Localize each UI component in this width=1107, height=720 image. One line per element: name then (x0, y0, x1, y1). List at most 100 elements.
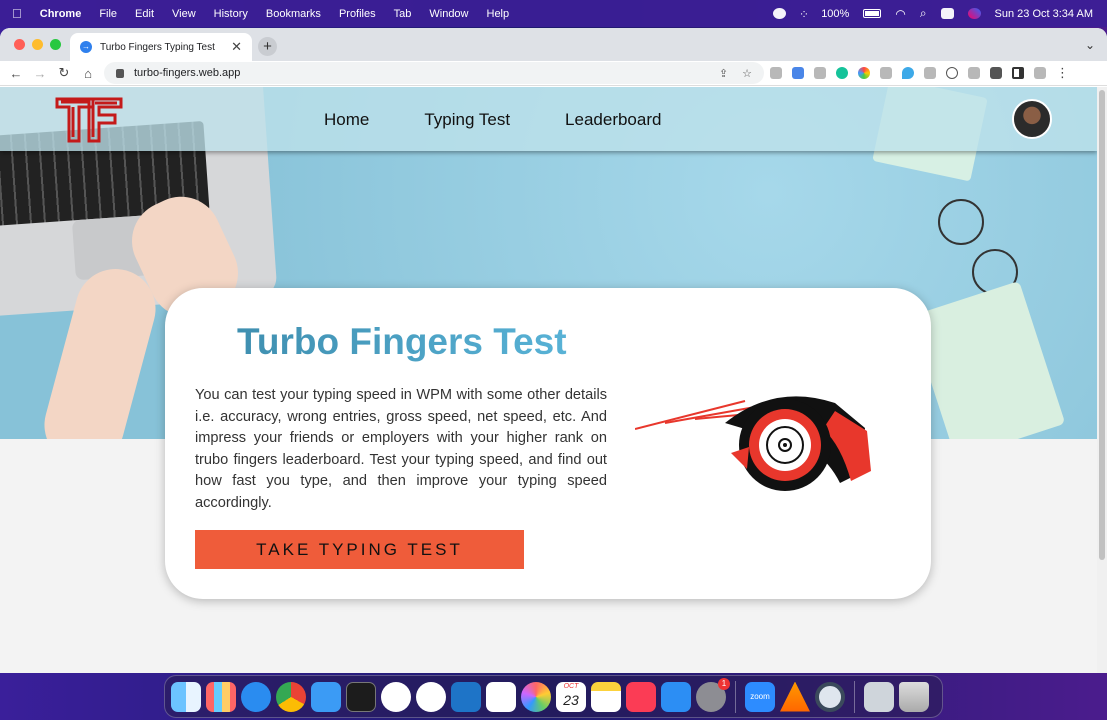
downloads-stack-icon[interactable] (864, 681, 894, 712)
notification-badge: 1 (718, 677, 730, 690)
puzzle-extensions-icon[interactable] (990, 67, 1002, 79)
site-navbar: Home Typing Test Leaderboard (0, 87, 1097, 151)
side-panel-icon[interactable] (1012, 67, 1024, 79)
zoom-window-button[interactable] (50, 39, 61, 50)
share-icon[interactable]: ⇪ (719, 67, 728, 80)
nav-typing-test-link[interactable]: Typing Test (424, 110, 510, 130)
system-settings-icon[interactable]: 1 (696, 677, 730, 712)
lock-icon[interactable] (116, 68, 124, 78)
tab-search-chevron-icon[interactable]: ⌄ (1085, 38, 1095, 52)
do-not-disturb-icon[interactable] (772, 8, 786, 19)
slack-icon[interactable] (486, 681, 516, 712)
macos-menu-bar:  Chrome File Edit View History Bookmark… (0, 0, 1107, 27)
scrollbar-thumb[interactable] (1099, 90, 1105, 560)
vscode-icon[interactable] (451, 681, 481, 712)
bug-extension-icon[interactable] (880, 67, 892, 79)
macos-dock: OCT 23 1 zoom (164, 675, 943, 718)
menu-help[interactable]: Help (487, 8, 510, 20)
finder-icon[interactable] (171, 681, 201, 712)
extension-icon[interactable] (924, 67, 936, 79)
chrome-profile-avatar[interactable] (1034, 67, 1046, 79)
grammarly-extension-icon[interactable] (836, 67, 848, 79)
safari-icon[interactable] (241, 681, 271, 712)
extension-icon[interactable] (814, 67, 826, 79)
turbo-fingers-logo[interactable] (55, 95, 123, 145)
extension-icon[interactable] (792, 67, 804, 79)
launchpad-icon[interactable] (206, 681, 236, 712)
tab-strip: → Turbo Fingers Typing Test ✕ + ⌄ (0, 28, 1107, 61)
dock-separator (854, 680, 855, 713)
quicktime-icon[interactable] (815, 681, 845, 712)
mail-icon[interactable] (311, 681, 341, 712)
info-extension-icon[interactable] (946, 67, 958, 79)
glasses-image (938, 199, 984, 245)
menu-clock[interactable]: Sun 23 Oct 3:34 AM (995, 8, 1093, 20)
dots-status-icon[interactable]: ·:· (800, 8, 808, 20)
turbo-speedometer-icon (635, 396, 871, 491)
menu-tab[interactable]: Tab (394, 8, 412, 20)
home-icon[interactable]: ⌂ (76, 66, 100, 81)
close-tab-icon[interactable]: ✕ (231, 39, 242, 55)
hero-title: Turbo Fingers Test (237, 321, 567, 362)
browser-tab-active[interactable]: → Turbo Fingers Typing Test ✕ (70, 33, 252, 61)
address-bar[interactable]: turbo-fingers.web.app ⇪ ☆ (104, 62, 764, 84)
chrome-menu-icon[interactable]: ⋮ (1056, 65, 1069, 81)
spotlight-search-icon[interactable]: ⌕ (920, 6, 927, 21)
trash-icon[interactable] (899, 681, 929, 712)
nav-leaderboard-link[interactable]: Leaderboard (565, 110, 661, 130)
new-tab-button[interactable]: + (258, 37, 277, 56)
mongodb-icon[interactable] (416, 681, 446, 712)
user-avatar[interactable] (1012, 99, 1052, 139)
browser-toolbar: ← → ↻ ⌂ turbo-fingers.web.app ⇪ ☆ ⋮ (0, 61, 1107, 86)
site-nav-links: Home Typing Test Leaderboard (324, 110, 661, 130)
zoom-icon[interactable]: zoom (745, 681, 775, 712)
battery-percent: 100% (821, 7, 850, 20)
menu-bookmarks[interactable]: Bookmarks (266, 8, 321, 20)
dock-separator (735, 680, 736, 713)
back-arrow-icon[interactable]: ← (4, 66, 28, 81)
extension-icon[interactable] (770, 67, 782, 79)
app-menu-chrome[interactable]: Chrome (40, 8, 82, 20)
menu-file[interactable]: File (99, 8, 117, 20)
photos-icon[interactable] (521, 681, 551, 712)
music-icon[interactable] (626, 681, 656, 712)
calendar-day: 23 (563, 691, 579, 708)
intro-card: Turbo Fingers Test You can test your typ… (165, 288, 931, 599)
url-text[interactable]: turbo-fingers.web.app (134, 67, 240, 79)
web-page: Home Typing Test Leaderboard Turbo Finge… (0, 87, 1097, 673)
terminal-icon[interactable] (346, 681, 376, 712)
app-store-icon[interactable] (661, 681, 691, 712)
intro-description: You can test your typing speed in WPM wi… (195, 387, 607, 511)
menu-edit[interactable]: Edit (135, 8, 154, 20)
vlc-icon[interactable] (780, 681, 810, 712)
color-picker-extension-icon[interactable] (858, 67, 870, 79)
nav-home-link[interactable]: Home (324, 110, 369, 130)
menu-profiles[interactable]: Profiles (339, 8, 376, 20)
bookmark-star-icon[interactable]: ☆ (742, 67, 752, 80)
notes-icon[interactable] (591, 681, 621, 712)
menu-window[interactable]: Window (429, 8, 468, 20)
menu-history[interactable]: History (214, 8, 248, 20)
wifi-icon[interactable]: ◠ (895, 7, 905, 21)
window-controls (14, 39, 61, 50)
page-scrollbar[interactable] (1097, 87, 1107, 673)
extension-icon[interactable] (968, 67, 980, 79)
control-center-icon[interactable] (940, 8, 954, 19)
app-icon[interactable] (381, 681, 411, 712)
close-window-button[interactable] (14, 39, 25, 50)
minimize-window-button[interactable] (32, 39, 43, 50)
reload-icon[interactable]: ↻ (52, 65, 76, 81)
calendar-month: OCT (563, 682, 579, 690)
apple-menu-icon[interactable]:  (12, 6, 22, 21)
extensions-area: ⋮ (770, 65, 1069, 81)
battery-icon[interactable] (863, 9, 882, 18)
drop-extension-icon[interactable] (902, 67, 914, 79)
take-typing-test-button[interactable]: TAKE TYPING TEST (195, 530, 524, 569)
tab-title: Turbo Fingers Typing Test (100, 41, 215, 53)
calendar-icon[interactable]: OCT 23 (556, 681, 586, 712)
forward-arrow-icon[interactable]: → (28, 66, 52, 81)
chrome-icon[interactable] (276, 681, 306, 712)
zoom-label: zoom (750, 691, 770, 701)
menu-view[interactable]: View (172, 8, 196, 20)
siri-icon[interactable] (967, 8, 981, 19)
